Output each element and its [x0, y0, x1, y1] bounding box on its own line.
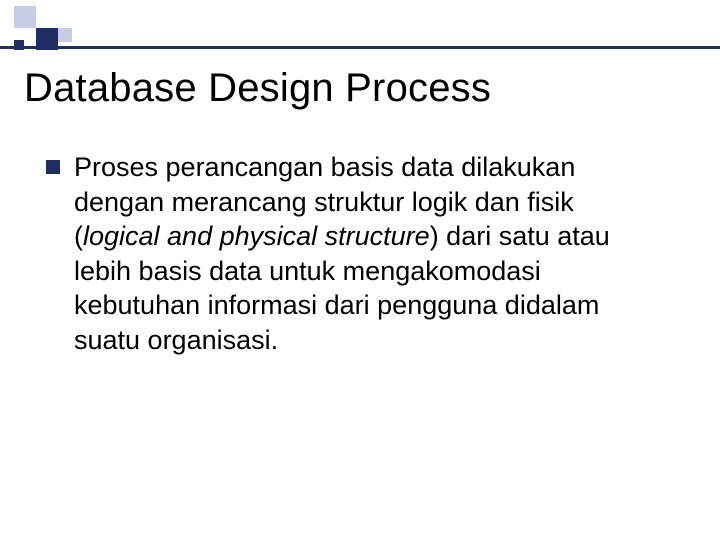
- deco-bar: [0, 46, 720, 49]
- slide-body: Proses perancangan basis data dilakukan …: [46, 150, 666, 357]
- slide-decoration: [0, 0, 720, 56]
- bullet-text-italic: logical and physical structure: [83, 221, 430, 251]
- slide-title: Database Design Process: [24, 66, 491, 111]
- bullet-item: Proses perancangan basis data dilakukan …: [46, 150, 666, 357]
- deco-square: [58, 28, 72, 42]
- slide: Database Design Process Proses perancang…: [0, 0, 720, 540]
- deco-square: [14, 6, 36, 28]
- bullet-text: Proses perancangan basis data dilakukan …: [74, 150, 666, 357]
- bullet-marker-icon: [46, 160, 60, 174]
